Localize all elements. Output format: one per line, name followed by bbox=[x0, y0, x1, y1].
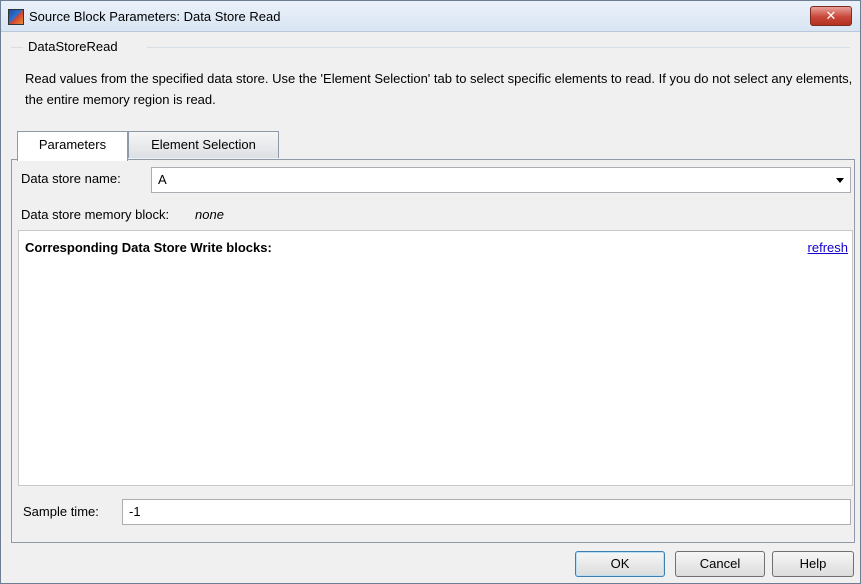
sample-time-input[interactable]: -1 bbox=[122, 499, 851, 525]
sample-time-label: Sample time: bbox=[23, 504, 99, 519]
window-title: Source Block Parameters: Data Store Read bbox=[29, 9, 281, 24]
block-description: Read values from the specified data stor… bbox=[25, 71, 853, 107]
tab-element-selection[interactable]: Element Selection bbox=[128, 131, 279, 158]
data-store-name-label: Data store name: bbox=[21, 171, 121, 186]
help-button[interactable]: Help bbox=[772, 551, 854, 577]
data-store-name-dropdown[interactable]: A bbox=[151, 167, 851, 193]
sample-time-value: -1 bbox=[129, 504, 141, 519]
refresh-link[interactable]: refresh bbox=[808, 240, 848, 255]
tab-parameters[interactable]: Parameters bbox=[17, 131, 128, 161]
ok-button[interactable]: OK bbox=[575, 551, 665, 577]
block-name-heading: DataStoreRead bbox=[28, 39, 118, 54]
simulink-block-icon bbox=[8, 9, 24, 25]
dialog-window: Source Block Parameters: Data Store Read… bbox=[0, 0, 861, 584]
group-border-left bbox=[11, 47, 23, 48]
group-border-right bbox=[147, 47, 850, 48]
memory-block-value: none bbox=[195, 207, 224, 222]
memory-block-label: Data store memory block: bbox=[21, 207, 170, 222]
cancel-button[interactable]: Cancel bbox=[675, 551, 765, 577]
write-blocks-list: Corresponding Data Store Write blocks: r… bbox=[18, 230, 853, 486]
chevron-down-icon[interactable] bbox=[836, 178, 844, 183]
data-store-name-value: A bbox=[158, 172, 167, 187]
title-bar[interactable]: Source Block Parameters: Data Store Read… bbox=[1, 1, 860, 32]
close-button[interactable]: ✕ bbox=[810, 6, 852, 26]
write-blocks-heading: Corresponding Data Store Write blocks: bbox=[25, 240, 272, 255]
